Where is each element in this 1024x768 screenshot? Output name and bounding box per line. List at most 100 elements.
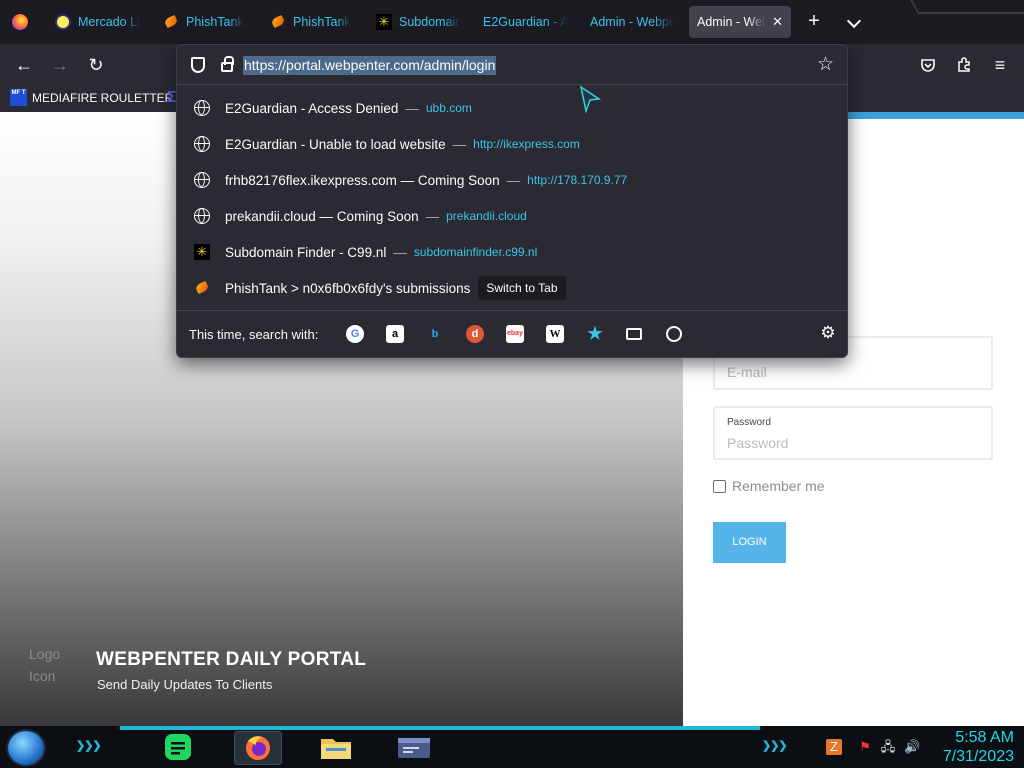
- suggestion-row[interactable]: frhb82176flex.ikexpress.com — Coming Soo…: [185, 163, 841, 197]
- wikipedia-icon[interactable]: W: [546, 325, 564, 343]
- remember-me-label: Remember me: [732, 478, 825, 494]
- list-all-tabs-chevron-icon[interactable]: [844, 10, 864, 34]
- suggestion-row[interactable]: PhishTank > n0x6fb0x6fdy's submissions S…: [185, 271, 841, 305]
- window-app-button[interactable]: [390, 731, 438, 765]
- suggestion-url: ubb.com: [425, 101, 472, 115]
- login-button[interactable]: LOGIN: [713, 522, 786, 563]
- password-placeholder: Password: [727, 435, 789, 451]
- tab-mercado[interactable]: Mercado Li: [47, 6, 150, 38]
- search-settings-gear-icon[interactable]: ⚙: [819, 324, 837, 342]
- page-title: WEBPENTER DAILY PORTAL: [96, 649, 367, 670]
- lock-icon[interactable]: [221, 56, 234, 72]
- suggestion-title: prekandii.cloud — Coming Soon: [225, 208, 419, 224]
- url-input[interactable]: https://portal.webpenter.com/admin/login: [243, 56, 497, 75]
- tab-phishtank-1[interactable]: PhishTank: [155, 6, 255, 38]
- mediafire-icon: MF T: [10, 89, 27, 106]
- suggestion-row[interactable]: prekandii.cloud — Coming Soon — prekandi…: [185, 199, 841, 233]
- phishtank-icon: [270, 14, 286, 30]
- system-clock[interactable]: 5:58 AM 7/31/2023: [934, 728, 1014, 766]
- logo-placeholder: Logo Icon: [29, 646, 61, 684]
- tray-app-icon[interactable]: Z: [826, 739, 842, 755]
- bing-icon[interactable]: b: [426, 325, 444, 343]
- phishtank-icon: [163, 14, 179, 30]
- phishtank-icon: [194, 280, 210, 296]
- mercado-icon: [55, 14, 71, 30]
- firefox-menu-icon[interactable]: [4, 6, 36, 38]
- suggestion-url: http://178.170.9.77: [527, 173, 628, 187]
- remember-me[interactable]: Remember me: [713, 478, 825, 494]
- window-frame-decoration: [909, 0, 1024, 14]
- taskbar-chevron-icon: ❯❯❯: [76, 740, 102, 752]
- globe-icon: [194, 171, 210, 188]
- close-tab-icon[interactable]: ✕: [772, 14, 783, 30]
- taskbar-chevron-icon: ❯❯❯: [762, 740, 788, 752]
- password-field[interactable]: Password Password: [713, 406, 993, 460]
- mouse-cursor-icon: [579, 85, 602, 114]
- globe-icon: [194, 135, 210, 152]
- globe-icon: [194, 207, 210, 224]
- history-clock-icon[interactable]: [666, 326, 682, 342]
- google-icon[interactable]: G: [346, 325, 364, 343]
- taskbar-accent-strip: [120, 726, 760, 730]
- new-tab-button[interactable]: +: [804, 10, 824, 34]
- suggestion-separator: —: [393, 244, 407, 260]
- network-icon[interactable]: 🖧: [880, 739, 896, 755]
- switch-to-tab-label[interactable]: Switch to Tab: [478, 276, 566, 300]
- suggestion-title: E2Guardian - Unable to load website: [225, 136, 446, 152]
- remember-me-checkbox[interactable]: [713, 479, 726, 493]
- tab-e2guardian[interactable]: E2Guardian - Ac: [475, 6, 575, 38]
- app-menu-button[interactable]: ≡: [986, 51, 1014, 79]
- suggestion-title: E2Guardian - Access Denied: [225, 100, 399, 116]
- url-dropdown: https://portal.webpenter.com/admin/login…: [176, 44, 848, 358]
- firefox-taskbar-button[interactable]: [234, 731, 282, 765]
- suggestion-row[interactable]: E2Guardian - Access Denied — ubb.com: [185, 91, 841, 125]
- bookmark-mediafire-rouletter[interactable]: MF T MEDIAFIRE ROULETTER: [10, 89, 173, 106]
- suggestion-row[interactable]: Subdomain Finder - C99.nl — subdomainfin…: [185, 235, 841, 269]
- file-manager-button[interactable]: [312, 731, 360, 765]
- extensions-icon[interactable]: [950, 51, 978, 79]
- tab-admin-1[interactable]: Admin - Webpe: [582, 6, 682, 38]
- pocket-icon[interactable]: [914, 51, 942, 79]
- start-orb-button[interactable]: [8, 731, 44, 765]
- password-label: Password: [727, 417, 771, 428]
- suggestion-separator: —: [506, 172, 521, 188]
- suggestion-title: frhb82176flex.ikexpress.com — Coming Soo…: [225, 172, 500, 188]
- amazon-icon[interactable]: a: [386, 325, 404, 343]
- globe-icon: [194, 99, 210, 116]
- c99-icon: [194, 244, 210, 260]
- tab-subdomain[interactable]: Subdomain: [368, 6, 468, 38]
- email-placeholder: E-mail: [727, 364, 767, 380]
- suggestion-separator: —: [425, 208, 440, 224]
- one-off-search-bar: This time, search with: G a b d ebay W ★…: [177, 310, 847, 357]
- tabs-icon[interactable]: [626, 328, 642, 340]
- clock-date: 7/31/2023: [942, 748, 1014, 765]
- suggestion-row[interactable]: E2Guardian - Unable to load website — ht…: [185, 127, 841, 161]
- volume-icon[interactable]: 🔊: [904, 739, 920, 755]
- tab-phishtank-2[interactable]: PhishTank: [262, 6, 362, 38]
- ebay-icon[interactable]: ebay: [506, 325, 524, 343]
- tab-admin-active[interactable]: Admin - Web ✕: [689, 6, 791, 38]
- accent-bar: [848, 112, 1024, 119]
- search-with-label: This time, search with:: [189, 327, 319, 342]
- notes-app-button[interactable]: [154, 731, 202, 765]
- tracking-protection-shield-icon[interactable]: [191, 57, 205, 73]
- suggestion-title: PhishTank > n0x6fb0x6fdy's submissions: [225, 280, 471, 296]
- back-button[interactable]: ←: [10, 51, 38, 79]
- bookmarks-star-icon[interactable]: ★: [586, 325, 604, 343]
- forward-button[interactable]: →: [46, 51, 74, 79]
- bookmark-star-icon[interactable]: ☆: [817, 53, 834, 76]
- action-center-flag-icon[interactable]: ⚑: [857, 739, 873, 755]
- duckduckgo-icon[interactable]: d: [466, 325, 484, 343]
- page-subtitle: Send Daily Updates To Clients: [97, 677, 273, 692]
- c99-icon: [376, 14, 392, 30]
- taskbar: ❯❯❯ ❯❯❯ Z ⚑ 🖧 🔊 5:58 AM 7/31/2023: [0, 726, 1024, 768]
- suggestion-url: http://ikexpress.com: [473, 137, 580, 151]
- clock-time: 5:58 AM: [955, 729, 1014, 746]
- suggestion-url: prekandii.cloud: [446, 209, 527, 223]
- suggestion-separator: —: [452, 136, 467, 152]
- url-bar[interactable]: https://portal.webpenter.com/admin/login…: [177, 45, 847, 85]
- reload-button[interactable]: ↻: [82, 51, 110, 79]
- suggestion-title: Subdomain Finder - C99.nl: [225, 244, 387, 260]
- suggestion-url: subdomainfinder.c99.nl: [413, 245, 538, 259]
- suggestion-separator: —: [405, 100, 419, 116]
